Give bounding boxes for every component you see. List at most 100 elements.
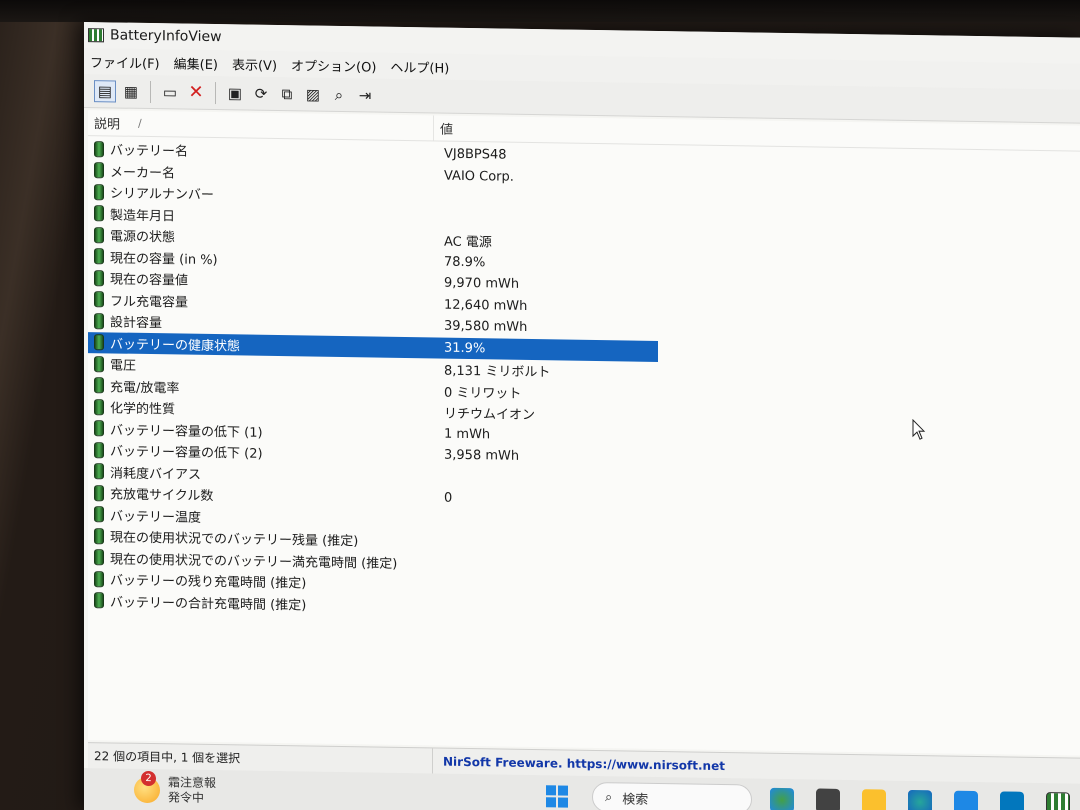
battery-icon (94, 291, 104, 308)
item-description: 化学的性質 (110, 401, 176, 418)
battery-icon (94, 592, 104, 609)
battery-icon (94, 334, 104, 351)
battery-icon (94, 312, 104, 330)
item-value: 12,640 mWh (444, 297, 528, 314)
item-description: バッテリー容量の低下 (1) (110, 423, 263, 441)
battery-icon (94, 527, 104, 545)
battery-info-list: 説明 / 値 バッテリー名 VJ8BPS48 メーカー名 VAIO Corp. シリアル… (88, 110, 1080, 756)
search-placeholder: 検索 (622, 791, 649, 808)
find-icon[interactable]: ⌕ (328, 83, 350, 105)
mouse-cursor-icon (912, 419, 926, 440)
item-value: 39,580 mWh (444, 318, 528, 336)
battery-icon (94, 269, 104, 287)
battery-icon (94, 484, 104, 502)
battery-icon (94, 441, 104, 459)
item-description: 電源の状態 (110, 229, 176, 246)
battery-icon (94, 463, 104, 480)
taskbar-app-store-icon[interactable] (954, 790, 978, 810)
item-description: 消耗度バイアス (110, 466, 202, 483)
start-button[interactable] (546, 785, 569, 808)
taskbar-apps (770, 787, 1070, 810)
item-description: 充電/放電率 (110, 380, 180, 397)
menu-item[interactable]: 編集(E) (174, 53, 218, 73)
item-description: 電圧 (110, 358, 137, 375)
item-description: バッテリー容量の低下 (2) (110, 444, 263, 463)
battery-icon (94, 205, 104, 222)
weather-alert-title: 霜注意報 (168, 775, 217, 791)
refresh-icon[interactable]: ⟳ (250, 82, 272, 104)
battery-icon (94, 355, 104, 373)
item-description: バッテリーの合計充電時間 (推定) (110, 595, 307, 614)
save-icon[interactable]: ▣ (224, 82, 246, 104)
item-description: 充放電サイクル数 (110, 487, 214, 505)
item-value: 3,958 mWh (444, 447, 520, 465)
menu-item[interactable]: ファイル(F) (90, 52, 160, 72)
toolbar-separator (215, 81, 216, 104)
delete-icon[interactable]: ✕ (185, 81, 207, 103)
battery-icon (94, 226, 104, 244)
item-description: バッテリー名 (110, 143, 189, 160)
item-description: 設計容量 (110, 315, 163, 332)
item-value: 0 ミリワット (444, 385, 522, 402)
battery-icon (94, 420, 104, 437)
app-window: BatteryInfoView ファイル(F) 編集(E) 表示(V) オプション(O… (84, 22, 1080, 810)
item-value: 0 (444, 490, 453, 507)
copy-icon[interactable]: ⧉ (276, 83, 298, 105)
item-value: 8,131 ミリボルト (444, 363, 551, 381)
item-description: 製造年月日 (110, 208, 176, 225)
item-value: 31.9% (444, 340, 486, 357)
battery-icon (94, 506, 104, 523)
toolbar-separator (150, 80, 151, 103)
menu-item[interactable]: オプション(O) (291, 55, 376, 75)
battery-icon (94, 162, 104, 179)
item-value: VAIO Corp. (444, 168, 514, 185)
html-report-icon[interactable]: ▨ (302, 83, 324, 105)
list-rows: バッテリー名 VJ8BPS48 メーカー名 VAIO Corp. シリアルナンバー 製造年… (88, 136, 1080, 627)
battery-icon (94, 398, 104, 416)
monitor-bezel (0, 0, 1080, 22)
item-description: 現在の使用状況でのバッテリー残量 (推定) (110, 530, 359, 550)
search-icon: ⌕ (605, 789, 613, 805)
battery-icon (94, 570, 104, 588)
weather-widget[interactable]: 2 霜注意報 発令中 (134, 770, 217, 806)
taskbar-app-edge-icon[interactable] (908, 789, 932, 810)
properties-icon[interactable]: ▭ (159, 81, 181, 103)
exit-icon[interactable]: ⇥ (354, 84, 376, 106)
item-description: 現在の容量 (in %) (110, 251, 218, 268)
item-value: リチウムイオン (444, 406, 536, 424)
taskbar-app-folder-icon[interactable] (862, 789, 886, 810)
battery-app-icon (88, 28, 104, 43)
column-header-value[interactable]: 値 (433, 115, 454, 141)
battery-icon (94, 183, 104, 201)
taskbar-app-window-icon[interactable] (816, 788, 840, 810)
item-description: メーカー名 (110, 165, 176, 182)
weather-icon: 2 (134, 770, 160, 804)
battery-icon (94, 549, 104, 566)
window-title: BatteryInfoView (110, 27, 222, 46)
weather-alert-status: 発令中 (168, 790, 205, 805)
item-value: VJ8BPS48 (444, 146, 507, 163)
column-header-description[interactable]: 説明 / (88, 113, 433, 137)
taskbar-app-batteryinfoview-icon[interactable] (1046, 792, 1070, 810)
sort-indicator: / (138, 116, 142, 130)
taskbar-app-globe-icon[interactable] (770, 787, 794, 810)
item-description: バッテリーの残り充電時間 (推定) (110, 573, 307, 592)
nirsoft-link[interactable]: NirSoft Freeware. https://www.nirsoft.ne… (433, 754, 725, 772)
item-value: AC 電源 (444, 234, 492, 251)
battery-icon (94, 377, 104, 394)
item-value: 1 mWh (444, 426, 491, 443)
menu-item[interactable]: ヘルプ(H) (390, 56, 449, 76)
menu-item[interactable]: 表示(V) (232, 54, 277, 74)
battery-icon (94, 248, 104, 265)
item-value: 78.9% (444, 254, 486, 271)
view-vertical-icon[interactable]: ▤ (94, 79, 116, 103)
item-description: バッテリー温度 (110, 509, 202, 526)
view-log-icon[interactable]: ▦ (120, 80, 142, 102)
item-description: フル充電容量 (110, 294, 189, 311)
taskbar-search[interactable]: ⌕ 検索 (592, 781, 753, 810)
taskbar-app-outlook-icon[interactable] (1000, 791, 1024, 810)
weather-alert-badge: 2 (141, 770, 156, 787)
item-description: バッテリーの健康状態 (110, 337, 241, 355)
item-description: 現在の容量値 (110, 272, 189, 289)
battery-icon (94, 140, 104, 158)
